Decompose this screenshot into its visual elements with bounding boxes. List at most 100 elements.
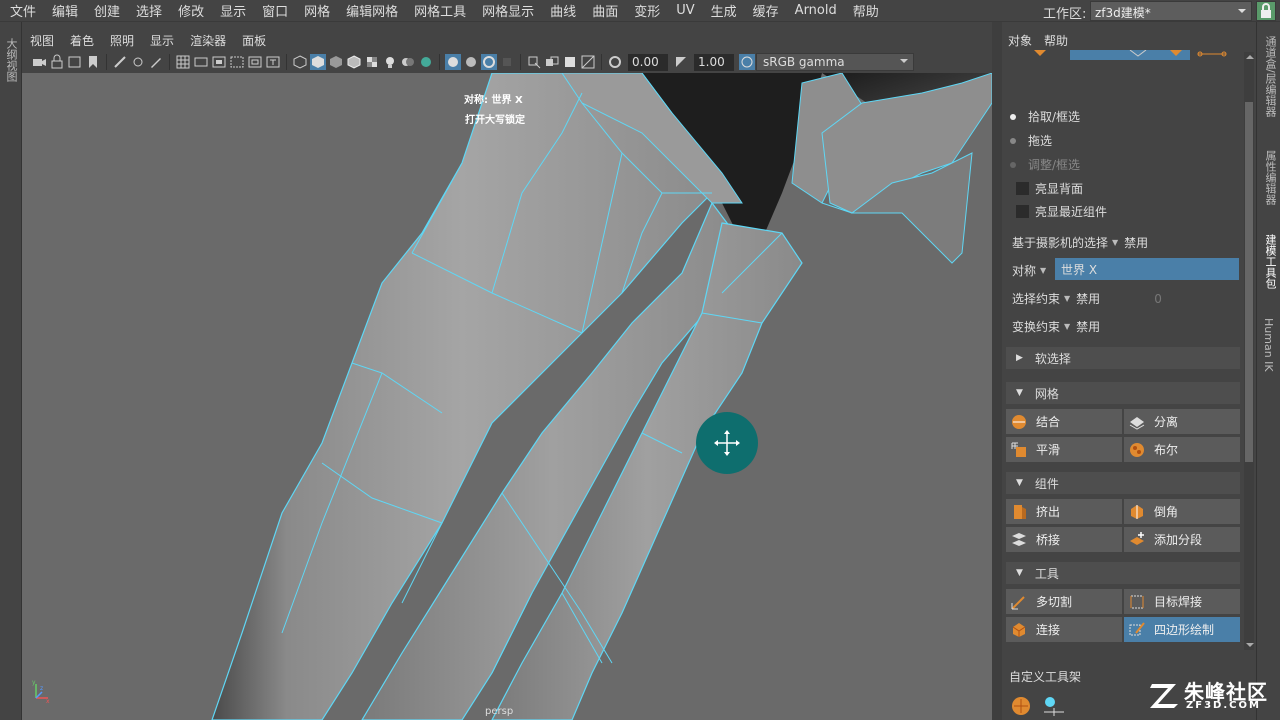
menu-deform[interactable]: 变形 [624,1,666,20]
xray-joints-icon[interactable] [481,54,497,70]
exposure-reset-icon[interactable] [607,54,623,70]
menu-edit[interactable]: 编辑 [42,1,84,20]
checkbox-highlight-backfaces[interactable]: 亮显背面 [1016,180,1083,197]
image-plane-icon[interactable] [85,54,101,70]
grease-pencil-icon[interactable] [130,54,146,70]
panel-menu-shading[interactable]: 着色 [62,32,102,49]
section-soft-select[interactable]: ▶ 软选择 [1006,347,1240,369]
menu-curves[interactable]: 曲线 [540,1,582,20]
menu-window[interactable]: 窗口 [252,1,294,20]
panel-menu-panels[interactable]: 面板 [234,32,274,49]
shadows-icon[interactable] [400,54,416,70]
tab-attribute-editor[interactable]: 属性编辑器 [1262,150,1278,205]
wireframe-on-shaded-icon[interactable] [346,54,362,70]
panel-menu-show[interactable]: 显示 [142,32,182,49]
quad-draw-button[interactable]: 四边形绘制 [1124,617,1240,642]
radio-tweak-marquee[interactable]: 调整/框选 [1010,156,1080,173]
tab-modeling-toolkit[interactable]: 建模工具包 [1262,234,1278,289]
outliner-strip[interactable]: 大纲视图 [0,22,22,720]
mesh-model[interactable] [22,73,992,720]
workspace-select[interactable]: zf3d建模* [1090,1,1252,21]
menu-select[interactable]: 选择 [126,1,168,20]
menu-file[interactable]: 文件 [0,1,42,20]
panel-menu-renderer[interactable]: 渲染器 [182,32,234,49]
screen-space-ao-icon[interactable] [418,54,434,70]
symmetry-option[interactable]: 对称 ▼ [1012,262,1052,279]
color-space-select[interactable]: sRGB gamma [756,53,914,71]
combine-button[interactable]: 结合 [1006,409,1122,434]
menu-mesh-tools[interactable]: 网格工具 [404,1,472,20]
menu-mesh[interactable]: 网格 [294,1,336,20]
textured-icon[interactable] [364,54,380,70]
camera-icon[interactable] [31,54,47,70]
boolean-button[interactable]: 布尔 [1124,437,1240,462]
menu-modify[interactable]: 修改 [168,1,210,20]
shelf-item-icon[interactable] [1009,694,1033,718]
menu-surfaces[interactable]: 曲面 [582,1,624,20]
target-weld-button[interactable]: 目标焊接 [1124,589,1240,614]
scroll-up-icon[interactable] [1245,52,1255,62]
wireframe-icon[interactable] [292,54,308,70]
perspective-viewport[interactable]: 对称: 世界 X 打开大写锁定 y x z persp [22,73,992,720]
smooth-shade-icon[interactable] [310,54,326,70]
section-tools[interactable]: ▼ 工具 [1006,562,1240,584]
menu-generate[interactable]: 生成 [701,1,743,20]
2d-pan-icon[interactable] [112,54,128,70]
pencil-icon[interactable] [148,54,164,70]
isolate-icon[interactable] [499,54,515,70]
bevel-button[interactable]: 倒角 [1124,499,1240,524]
xray-icon[interactable] [445,54,461,70]
scroll-thumb[interactable] [1245,102,1253,462]
gamma-icon[interactable] [673,54,689,70]
gamma-field[interactable]: 1.00 [694,53,734,71]
select-constraint-option[interactable]: 选择约束 ▼ 禁用 0 [1012,290,1162,307]
default-material-icon[interactable] [328,54,344,70]
tab-human-ik[interactable]: Human IK [1262,318,1275,372]
radio-drag[interactable]: 拖选 [1010,132,1052,149]
select-camera-icon[interactable] [526,54,542,70]
connect-button[interactable]: 连接 [1006,617,1122,642]
backface-culling-icon[interactable] [562,54,578,70]
menu-display[interactable]: 显示 [210,1,252,20]
section-components[interactable]: ▼ 组件 [1006,472,1240,494]
menu-cache[interactable]: 缓存 [743,1,785,20]
menu-mesh-display[interactable]: 网格显示 [472,1,540,20]
exposure-field[interactable]: 0.00 [628,53,668,71]
safe-action-icon[interactable] [265,54,281,70]
section-mesh[interactable]: ▼ 网格 [1006,382,1240,404]
camera-based-selection[interactable]: 基于摄影机的选择 ▼ 禁用 [1012,234,1148,251]
panel-divider[interactable] [992,22,1002,720]
menu-uv[interactable]: UV [666,3,700,18]
radio-pick-marquee[interactable]: 拾取/框选 [1010,108,1080,125]
field-chart-icon[interactable] [247,54,263,70]
smooth-button[interactable]: 平滑 [1006,437,1122,462]
tab-channel-box[interactable]: 通道盒/层编辑器 [1262,36,1278,117]
toolkit-scrollbar[interactable] [1244,52,1254,650]
extrude-button[interactable]: 挤出 [1006,499,1122,524]
lights-icon[interactable] [382,54,398,70]
toolkit-menu-object[interactable]: 对象 [1008,32,1032,49]
lock-icon[interactable] [1256,1,1276,21]
grid-icon[interactable] [175,54,191,70]
lock-camera-icon[interactable] [49,54,65,70]
menu-create[interactable]: 创建 [84,1,126,20]
symmetry-field[interactable]: 世界 X [1055,258,1239,280]
color-management-icon[interactable] [739,54,755,70]
bookmark-icon[interactable] [67,54,83,70]
transform-constraint-option[interactable]: 变换约束 ▼ 禁用 [1012,318,1100,335]
bridge-button[interactable]: 桥接 [1006,527,1122,552]
checkbox-highlight-nearest[interactable]: 亮显最近组件 [1016,203,1107,220]
menu-edit-mesh[interactable]: 编辑网格 [336,1,404,20]
add-divisions-button[interactable]: 添加分段 [1124,527,1240,552]
selection-mode-strip[interactable] [1020,50,1230,68]
gate-mask-icon[interactable] [229,54,245,70]
resolution-gate-icon[interactable] [211,54,227,70]
menu-help[interactable]: 帮助 [843,1,885,20]
menu-arnold[interactable]: Arnold [785,3,843,18]
panel-menu-lighting[interactable]: 照明 [102,32,142,49]
separate-button[interactable]: 分离 [1124,409,1240,434]
multi-cut-button[interactable]: 多切割 [1006,589,1122,614]
shelf-tool-icon[interactable] [1040,694,1068,718]
two-side-lighting-icon[interactable] [544,54,560,70]
scroll-down-icon[interactable] [1245,640,1255,650]
